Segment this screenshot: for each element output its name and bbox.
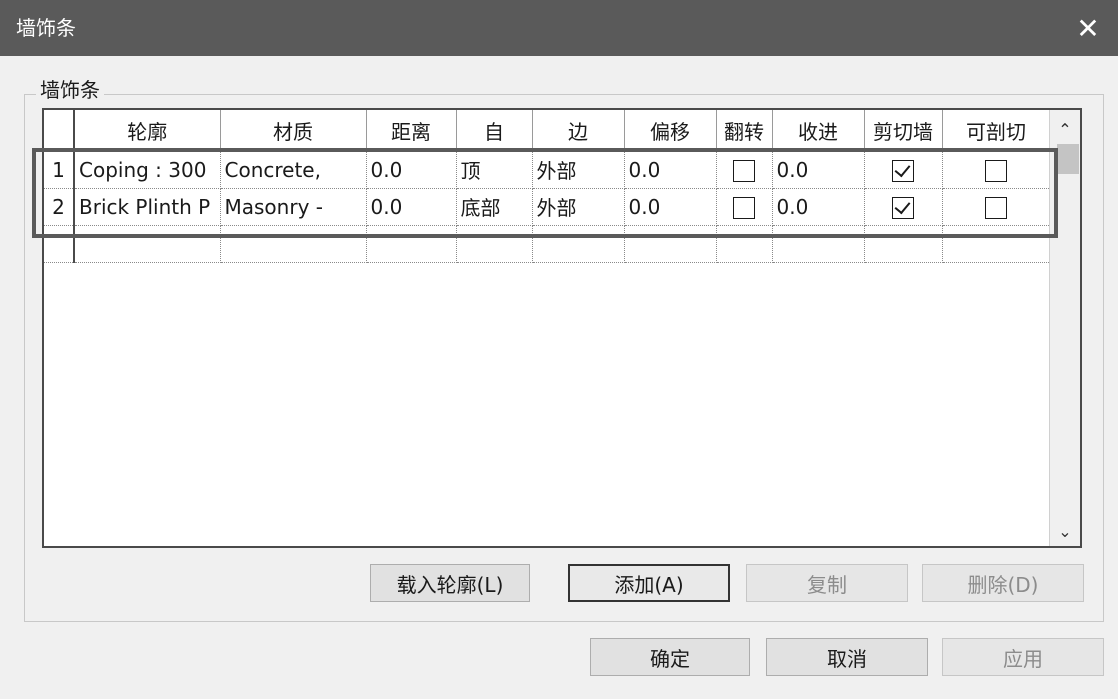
empty-grid-area <box>44 225 1051 263</box>
scroll-down-icon[interactable]: ⌄ <box>1050 516 1080 546</box>
cuttable-checkbox[interactable] <box>985 196 1007 219</box>
column-header-cuttable[interactable]: 可剖切 <box>942 110 1051 152</box>
ok-button[interactable]: 确定 <box>590 638 750 676</box>
side-cell[interactable]: 外部 <box>532 151 625 189</box>
profile-cell[interactable]: Brick Plinth P <box>74 188 221 226</box>
column-header-side[interactable]: 边 <box>532 110 625 152</box>
setback-cell[interactable]: 0.0 <box>772 188 865 226</box>
flip-checkbox[interactable] <box>733 196 755 219</box>
scroll-thumb[interactable] <box>1057 144 1079 174</box>
add-button[interactable]: 添加(A) <box>568 564 730 602</box>
column-header-cuts-wall[interactable]: 剪切墙 <box>864 110 943 152</box>
column-header-distance[interactable]: 距离 <box>366 110 457 152</box>
flip-cell <box>716 151 773 189</box>
cuttable-checkbox[interactable] <box>985 160 1007 182</box>
column-header-from[interactable]: 自 <box>456 110 533 152</box>
cuts-wall-checkbox[interactable] <box>892 160 914 182</box>
flip-checkbox[interactable] <box>733 160 755 182</box>
from-cell[interactable]: 底部 <box>456 188 533 226</box>
copy-button[interactable]: 复制 <box>746 564 908 602</box>
cuts-wall-checkbox[interactable] <box>892 196 914 219</box>
column-header-material[interactable]: 材质 <box>220 110 367 152</box>
column-header-flip[interactable]: 翻转 <box>716 110 773 152</box>
distance-cell[interactable]: 0.0 <box>366 188 457 226</box>
close-icon[interactable]: ✕ <box>1058 0 1118 56</box>
sweeps-grid: 轮廓 材质 距离 自 边 偏移 翻转 收进 剪切墙 可剖切 1 Coping :… <box>42 108 1082 548</box>
cancel-button[interactable]: 取消 <box>766 638 928 676</box>
cuts-wall-cell <box>864 151 943 189</box>
scroll-up-icon[interactable]: ⌃ <box>1050 114 1080 144</box>
material-cell[interactable]: Masonry - <box>220 188 367 226</box>
cuttable-cell <box>942 188 1051 226</box>
load-profile-button[interactable]: 载入轮廓(L) <box>370 564 530 602</box>
row-number[interactable]: 2 <box>44 188 75 226</box>
table-row[interactable]: 2 Brick Plinth P Masonry - 0.0 底部 外部 0.0… <box>44 188 1051 226</box>
offset-cell[interactable]: 0.0 <box>624 188 717 226</box>
row-number[interactable]: 1 <box>44 151 75 189</box>
setback-cell[interactable]: 0.0 <box>772 151 865 189</box>
table-row[interactable]: 1 Coping : 300 Concrete, 0.0 顶 外部 0.0 0.… <box>44 151 1051 189</box>
flip-cell <box>716 188 773 226</box>
side-cell[interactable]: 外部 <box>532 188 625 226</box>
title-bar[interactable]: 墙饰条 ✕ <box>0 0 1118 56</box>
distance-cell[interactable]: 0.0 <box>366 151 457 189</box>
cuttable-cell <box>942 151 1051 189</box>
column-header-profile[interactable]: 轮廓 <box>74 110 221 152</box>
delete-button[interactable]: 删除(D) <box>922 564 1084 602</box>
sweeps-table: 轮廓 材质 距离 自 边 偏移 翻转 收进 剪切墙 可剖切 1 Coping :… <box>44 110 1051 263</box>
column-header-offset[interactable]: 偏移 <box>624 110 717 152</box>
vertical-scrollbar[interactable]: ⌃ ⌄ <box>1049 110 1080 546</box>
column-header-setback[interactable]: 收进 <box>772 110 865 152</box>
header-row: 轮廓 材质 距离 自 边 偏移 翻转 收进 剪切墙 可剖切 <box>44 110 1051 152</box>
from-cell[interactable]: 顶 <box>456 151 533 189</box>
apply-button[interactable]: 应用 <box>942 638 1104 676</box>
window-title: 墙饰条 <box>16 16 76 40</box>
corner-header <box>44 110 75 152</box>
offset-cell[interactable]: 0.0 <box>624 151 717 189</box>
cuts-wall-cell <box>864 188 943 226</box>
group-label: 墙饰条 <box>36 78 104 102</box>
wall-sweeps-dialog: 墙饰条 ✕ 墙饰条 轮廓 材质 距离 自 边 偏移 翻转 收进 剪切墙 可剖切 … <box>0 0 1118 699</box>
material-cell[interactable]: Concrete, <box>220 151 367 189</box>
profile-cell[interactable]: Coping : 300 <box>74 151 221 189</box>
